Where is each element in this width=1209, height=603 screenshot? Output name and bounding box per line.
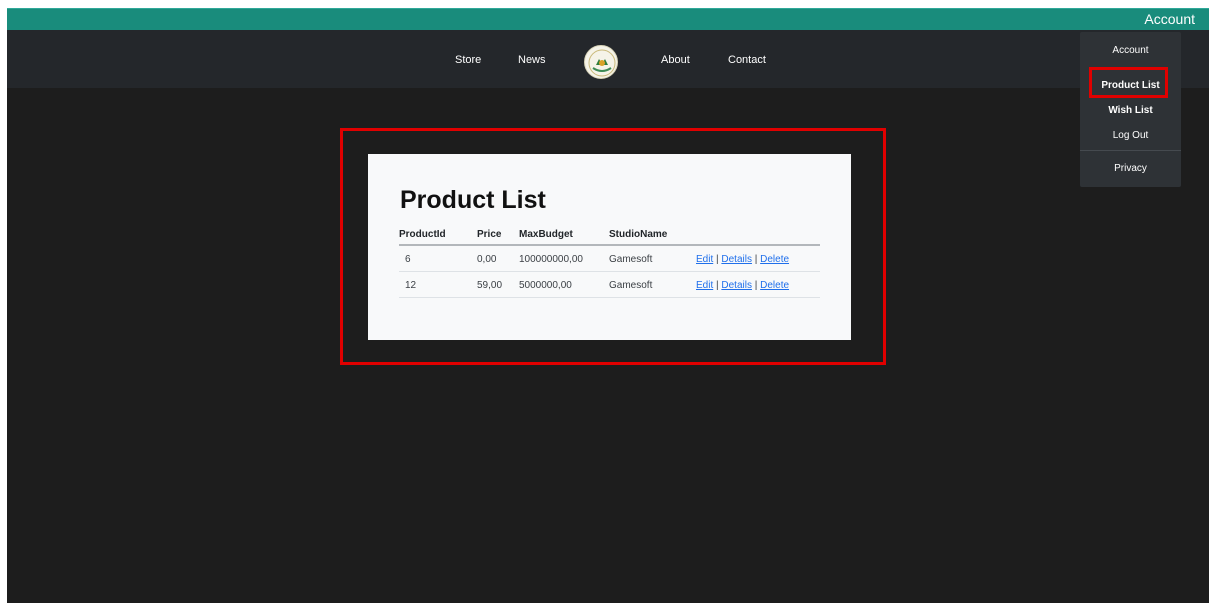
cell-maxbudget: 100000000,00 [519,254,583,265]
table-row: 12 59,00 5000000,00 Gamesoft Edit | Deta… [399,272,820,298]
app-window: Account Store News About Contact Account… [7,8,1209,603]
action-separator: | [751,254,761,265]
account-menu-toggle[interactable]: Account [1144,11,1195,27]
account-dropdown-menu: Account Product List Wish List Log Out P… [1080,32,1181,187]
row-actions: Edit | Details | Delete [696,280,789,291]
site-logo[interactable] [584,45,618,79]
details-link[interactable]: Details [721,280,752,291]
table-row: 6 0,00 100000000,00 Gamesoft Edit | Deta… [399,246,820,272]
details-link[interactable]: Details [721,254,752,265]
nav-link-store[interactable]: Store [455,54,481,66]
column-header-productid: ProductId [399,229,446,240]
row-actions: Edit | Details | Delete [696,254,789,265]
dropdown-item-wish-list[interactable]: Wish List [1080,105,1181,116]
dropdown-item-privacy[interactable]: Privacy [1080,163,1181,174]
logo-emblem-icon [588,49,616,77]
delete-link[interactable]: Delete [760,254,789,265]
dropdown-item-account[interactable]: Account [1080,45,1181,56]
nav-link-about[interactable]: About [661,54,690,66]
table-header: ProductId Price MaxBudget StudioName [399,226,820,246]
delete-link[interactable]: Delete [760,280,789,291]
action-separator: | [751,280,761,291]
column-header-price: Price [477,229,502,240]
cell-studioname: Gamesoft [609,254,653,265]
top-bar: Account [7,8,1209,30]
cell-price: 0,00 [477,254,497,265]
cell-price: 59,00 [477,280,503,291]
edit-link[interactable]: Edit [696,254,713,265]
nav-link-news[interactable]: News [518,54,546,66]
cell-maxbudget: 5000000,00 [519,280,572,291]
product-list-highlight-box [1089,67,1168,98]
column-header-studioname: StudioName [609,229,668,240]
column-header-maxbudget: MaxBudget [519,229,573,240]
product-list-card: Product List ProductId Price MaxBudget S… [368,154,851,340]
nav-link-contact[interactable]: Contact [728,54,766,66]
page-title: Product List [400,186,546,214]
cell-studioname: Gamesoft [609,280,653,291]
main-navbar: Store News About Contact [7,30,1209,88]
dropdown-item-log-out[interactable]: Log Out [1080,130,1181,141]
edit-link[interactable]: Edit [696,280,713,291]
dropdown-divider [1080,150,1181,151]
cell-productid: 6 [405,254,411,265]
cell-productid: 12 [405,280,417,291]
